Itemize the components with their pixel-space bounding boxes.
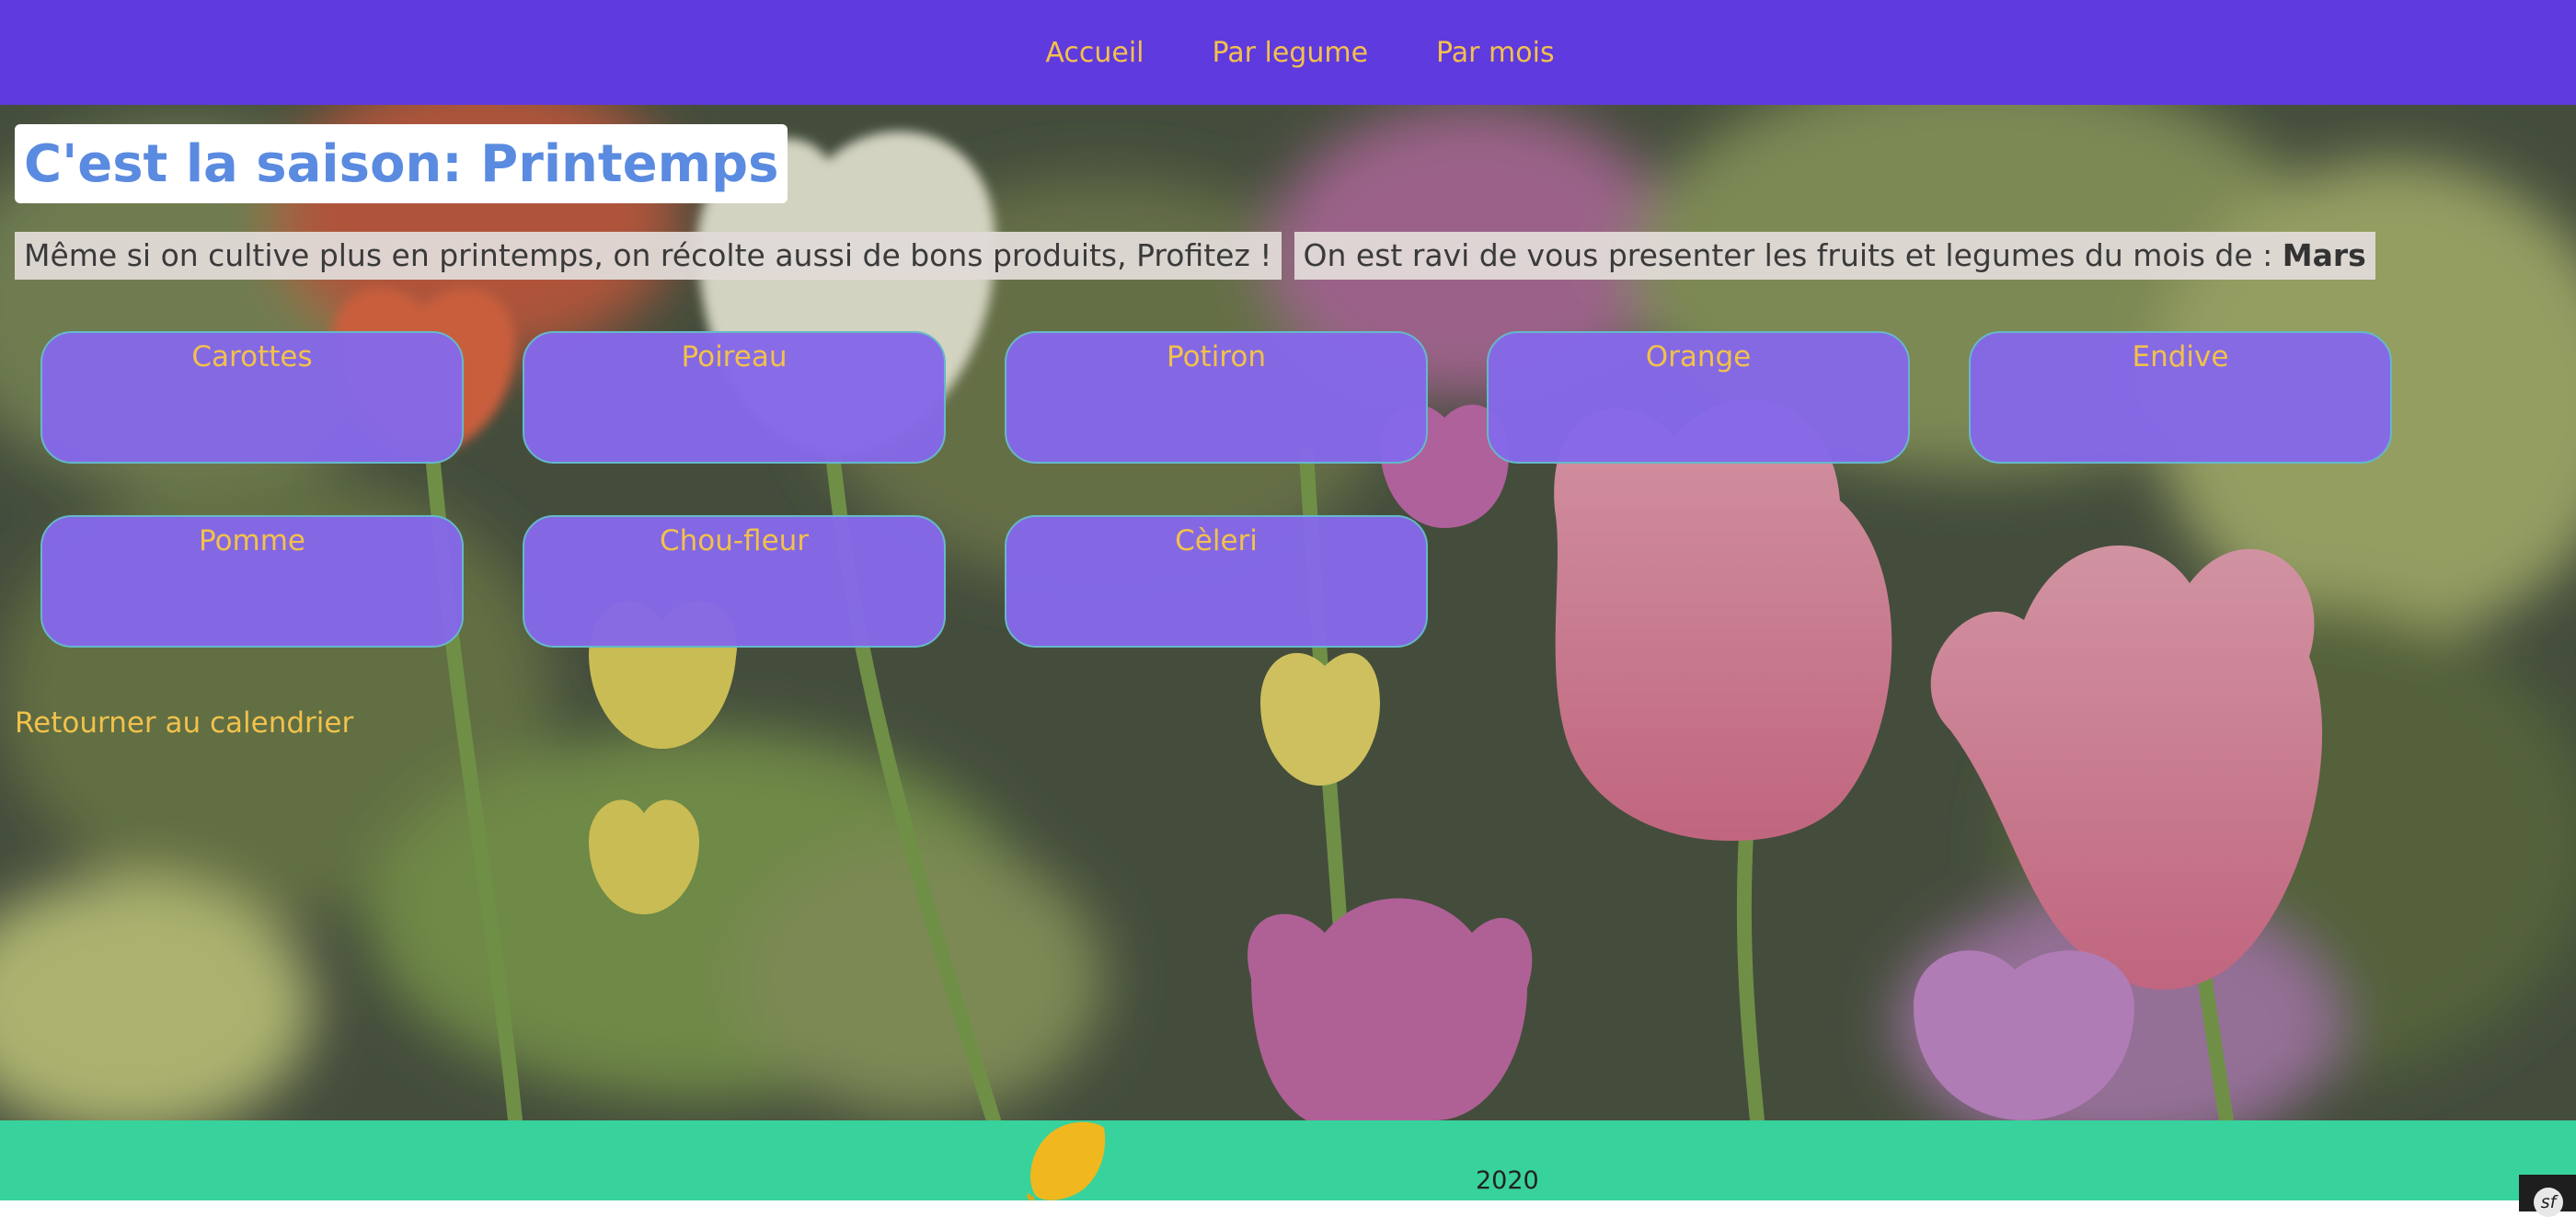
month-intro-text: On est ravi de vous presenter les fruits… [1303,237,2273,273]
vegetable-card-celeri[interactable]: Cèleri [1005,515,1428,648]
top-navbar: Accueil Par legume Par mois [0,0,2576,105]
nav-link-par-legume[interactable]: Par legume [1213,37,1369,69]
vegetable-card-endive[interactable]: Endive [1969,331,2392,464]
footer: 2020 [0,1120,2576,1200]
lemon-icon [1027,1121,1106,1200]
vegetable-card-chou-fleur[interactable]: Chou-fleur [523,515,946,648]
symfony-icon: sf [2534,1188,2563,1217]
nav-link-par-mois[interactable]: Par mois [1436,37,1555,69]
page-title: C'est la saison: Printemps [24,133,779,194]
vegetable-card-orange[interactable]: Orange [1487,331,1910,464]
season-intro-text: Même si on cultive plus en printemps, on… [15,232,1282,280]
vegetable-card-potiron[interactable]: Potiron [1005,331,1428,464]
back-to-calendar-link[interactable]: Retourner au calendrier [15,706,353,740]
month-name: Mars [2282,237,2366,273]
vegetable-grid: Carottes Poireau Potiron Orange Endive P… [40,331,2396,648]
nav-link-accueil[interactable]: Accueil [1045,37,1144,69]
vegetable-card-poireau[interactable]: Poireau [523,331,946,464]
page-title-box: C'est la saison: Printemps [15,124,788,203]
vegetable-card-carottes[interactable]: Carottes [40,331,464,464]
month-intro: On est ravi de vous presenter les fruits… [1294,232,2375,280]
footer-year: 2020 [1476,1166,1539,1195]
vegetable-card-pomme[interactable]: Pomme [40,515,464,648]
intro-row: Même si on cultive plus en printemps, on… [15,232,2375,280]
symfony-debug-toolbar-toggle[interactable]: sf [2519,1175,2576,1217]
